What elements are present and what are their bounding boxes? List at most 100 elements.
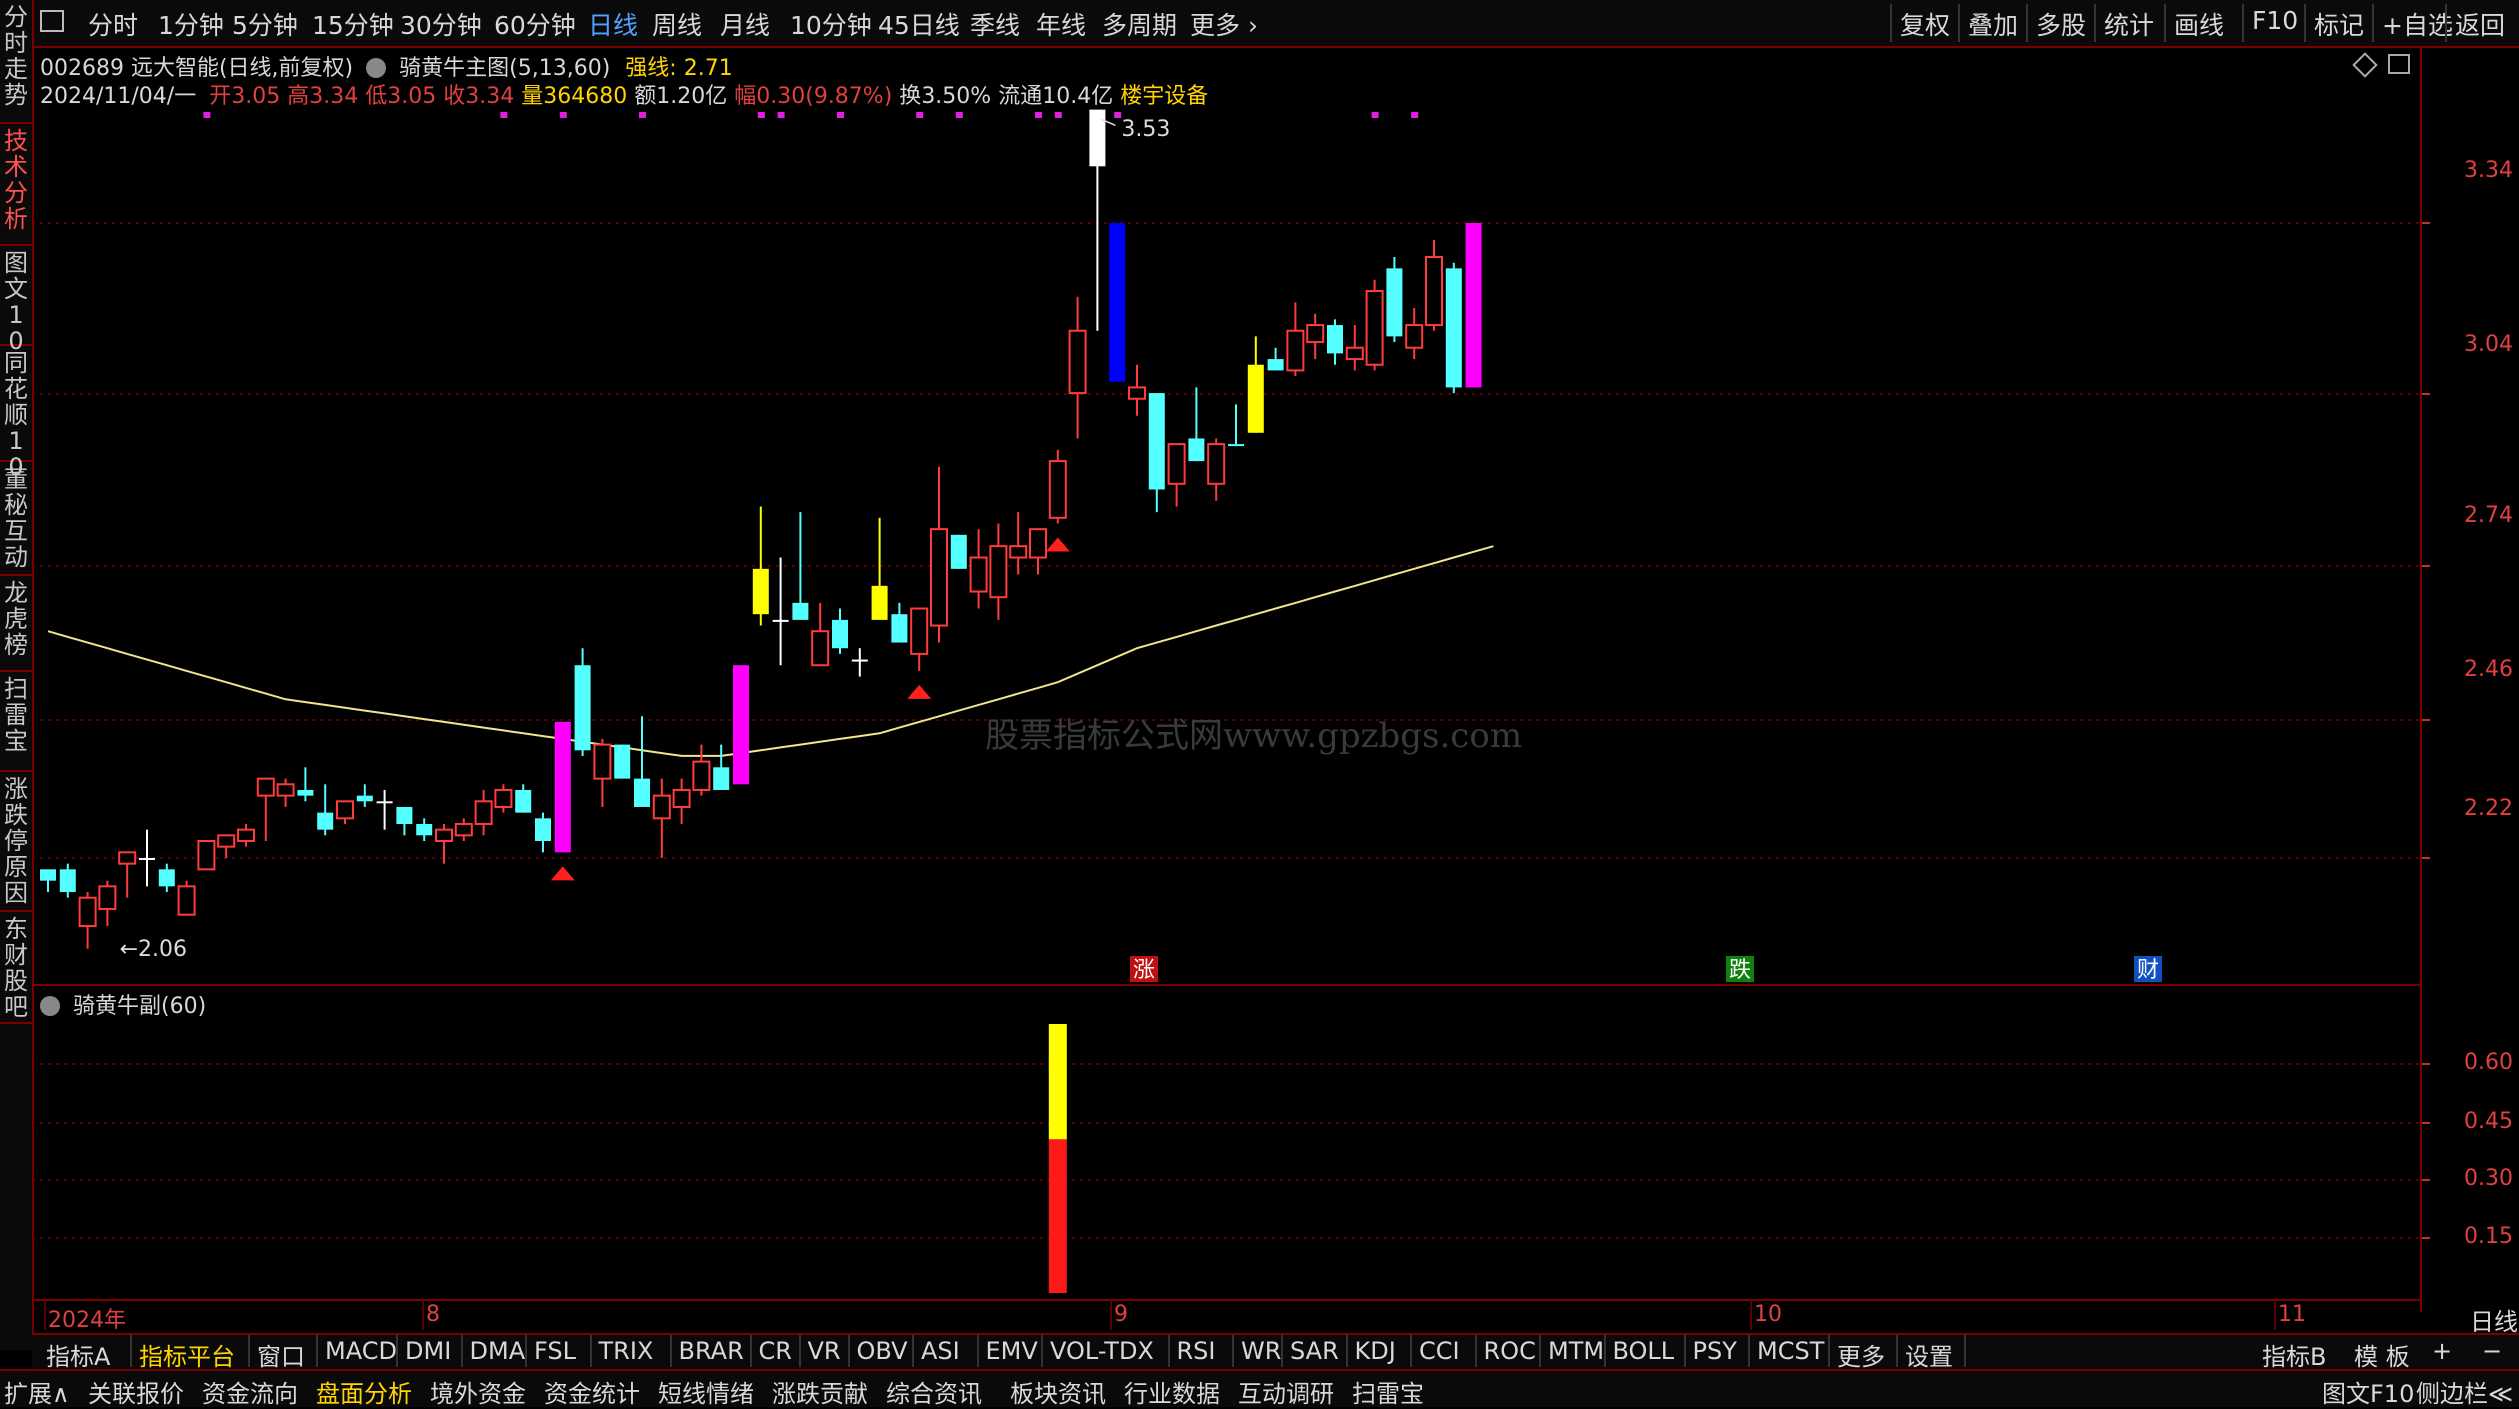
bottom-tab-12[interactable]: 扫雷宝 [1352,1374,1424,1409]
indicator-tab-9[interactable]: CR [759,1337,792,1365]
indicator-tab-8[interactable]: BRAR [679,1337,744,1365]
sub-indicator-toggle-icon[interactable] [40,996,60,1016]
kline-chart[interactable]: 3.53 ←2.06 涨 跌 财 [0,0,2519,1405]
candle-body [1465,223,1482,388]
tab-separator [798,1335,801,1367]
buy-signal-marker [550,866,575,881]
bottom-tab-5[interactable]: 资金统计 [544,1374,640,1409]
bottom-tab-7[interactable]: 涨跌贡献 [772,1374,868,1409]
candle-body [376,801,393,804]
indicator-tab-18[interactable]: KDJ [1355,1337,1396,1365]
indicator-tab-6[interactable]: FSL [534,1337,576,1365]
candle-body [118,851,137,865]
indicator-tab-16[interactable]: WR [1241,1337,1281,1365]
signal-dot [1035,112,1042,118]
indicator-tab-24[interactable]: MCST [1757,1337,1824,1365]
candle-body [1148,393,1165,490]
candle-body [336,800,354,820]
time-axis-label: 9 [1114,1302,1128,1327]
indicator-tab-12[interactable]: ASI [921,1337,960,1365]
candle-body [554,721,571,853]
indicator-tab-22[interactable]: BOLL [1613,1337,1675,1365]
tab-separator [669,1335,672,1367]
candle-body [1445,268,1462,388]
candle-body [930,528,948,627]
indicator-tab-14[interactable]: VOL-TDX [1050,1337,1154,1365]
indicator-tab-19[interactable]: CCI [1419,1337,1460,1365]
indicator-tab-7[interactable]: TRIX [599,1337,654,1365]
indicator-tab-11[interactable]: OBV [857,1337,908,1365]
indicator-tab-right-0[interactable]: 指标B [2262,1337,2326,1372]
candle-body [494,788,513,808]
time-axis-tick [422,1300,424,1330]
tab-separator [460,1335,463,1367]
indicator-tab-3[interactable]: MACD [325,1337,397,1365]
bottom-tab-10[interactable]: 行业数据 [1124,1374,1220,1409]
signal-dot [559,112,567,118]
candle-body [989,545,1008,599]
indicator-tab-26[interactable]: 设置 [1905,1337,1953,1372]
indicator-tab-25[interactable]: 更多 [1837,1337,1885,1372]
tab-separator [1603,1335,1606,1367]
bottom-tab-2[interactable]: 资金流向 [202,1374,298,1409]
tab-separator [1539,1335,1541,1367]
tab-separator [847,1335,850,1367]
indicator-tab-23[interactable]: PSY [1693,1337,1737,1365]
indicator-tab-20[interactable]: ROC [1484,1337,1536,1365]
tab-separator [1474,1335,1477,1367]
bottom-tab-6[interactable]: 短线情绪 [658,1374,754,1409]
candle-body [1167,443,1186,485]
price-tick-label: 3.34 [2464,158,2513,183]
bottom-tab-9[interactable]: 板块资讯 [1010,1374,1106,1409]
candle-body [396,806,413,824]
signal-dot [1411,112,1419,118]
indicator-tab-15[interactable]: RSI [1177,1337,1216,1365]
tab-separator [589,1335,592,1367]
bottom-tab-8[interactable]: 综合资讯 [886,1374,982,1409]
bottom-tab-0[interactable]: 扩展∧ [4,1374,70,1409]
price-axis: 3.34 3.04 2.74 2.46 2.22 0.60 0.45 0.30 0.15 [2420,46,2519,1312]
bottom-tab-4[interactable]: 境外资金 [430,1374,526,1409]
bottom-right-0[interactable]: 图文F10 [2322,1374,2414,1409]
tab-separator [1828,1335,1830,1367]
signal-dot [1114,112,1122,118]
candle-body [1188,438,1205,462]
bottom-tab-3[interactable]: 盘面分析 [316,1374,412,1409]
bottom-right-1[interactable]: 侧边栏≪ [2416,1374,2513,1409]
indicator-tab-right-3[interactable]: − [2482,1337,2502,1365]
tab-separator [1345,1335,1348,1367]
sub-tick-label: 0.30 [2464,1166,2513,1191]
indicator-tab-5[interactable]: DMA [470,1337,526,1365]
sub-bar-upper [1048,1024,1067,1140]
candle-body [454,822,473,837]
indicator-tab-right-2[interactable]: + [2432,1337,2452,1365]
signal-dot [500,112,508,118]
indicator-tab-4[interactable]: DMI [405,1337,451,1365]
indicator-tab-2[interactable]: 窗口 [257,1337,305,1372]
sub-indicator-name[interactable]: 骑黄牛副(60) [73,994,206,1019]
indicator-tab-right-1[interactable]: 模 板 [2354,1337,2410,1372]
candle-body [435,828,453,842]
indicator-tab-17[interactable]: SAR [1290,1337,1339,1365]
candle-body [772,619,789,622]
candle-body [1425,256,1443,327]
indicator-tab-0[interactable]: 指标A [46,1337,110,1372]
indicator-tab-13[interactable]: EMV [986,1337,1038,1365]
tab-separator [1167,1335,1170,1367]
period-indicator[interactable]: 日线 [2470,1302,2518,1337]
tab-separator [1896,1335,1898,1367]
indicator-tab-1[interactable]: 指标平台 [139,1337,235,1372]
candle-body [237,828,255,842]
bottom-tab-11[interactable]: 互动调研 [1238,1374,1334,1409]
indicator-tab-10[interactable]: VR [808,1337,841,1365]
bottom-tabs: 扩展∧ 关联报价 资金流向 盘面分析 境外资金 资金统计 短线情绪 涨跌贡献 综合资讯 板块资讯行… [0,1369,2519,1409]
indicator-tab-21[interactable]: MTM [1548,1337,1604,1365]
candle-body [1365,290,1384,366]
time-axis-label: 2024年 [48,1308,126,1333]
sub-chart-title-row: 骑黄牛副(60) [40,988,206,1020]
candle-body [811,630,830,667]
sub-bar-lower [1048,1139,1067,1293]
bottom-tab-1[interactable]: 关联报价 [88,1374,184,1409]
event-tag-label: 跌 [1729,958,1751,983]
candle-body [356,795,373,802]
